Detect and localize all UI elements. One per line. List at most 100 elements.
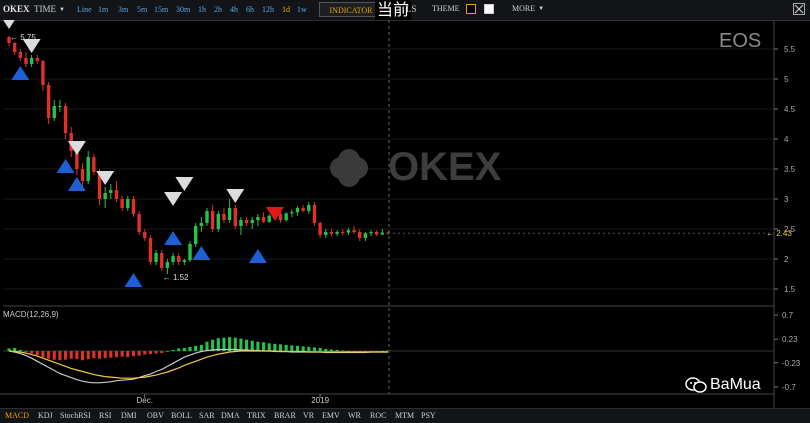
time-dropdown[interactable]: TIME ▼ [34,4,65,14]
macd-histogram-bar [182,347,186,351]
interval-2h[interactable]: 2h [214,5,222,14]
watermark-text: BaMua [710,376,761,393]
tab-stochrsi[interactable]: StochRSI [60,411,91,420]
tab-obv[interactable]: OBV [147,411,164,420]
candle-body [205,211,209,223]
candle-body [177,256,181,262]
ls-button[interactable]: LS [406,4,417,14]
candle-body [346,230,351,233]
macd-histogram-bar [47,351,51,359]
tab-psy[interactable]: PSY [421,411,436,420]
last-price-label: ← 2.43 [766,229,792,238]
tab-macd[interactable]: MACD [5,411,29,420]
top-toolbar: OKEX TIME ▼ Line 1m 3m 5m 15m 30m 1h 2h 4h 6h 12h 1d… [0,0,810,21]
y-tick-label: 5 [784,75,789,84]
chevron-down-icon: ▼ [538,6,545,12]
candle-body [369,232,373,234]
candle-body [335,232,339,234]
tab-sar[interactable]: SAR [199,411,215,420]
indicator-button[interactable]: INDICATOR [319,2,383,17]
interval-1w[interactable]: 1w [297,5,307,14]
macd-histogram-bar [307,346,311,351]
tab-boll[interactable]: BOLL [171,411,192,420]
candle-body [148,238,153,262]
candle-body [329,232,334,234]
macd-histogram-bar [80,351,85,361]
y-tick-label: 2 [784,255,789,264]
interval-4h[interactable]: 4h [230,5,238,14]
candle-body [18,52,23,58]
tab-dma[interactable]: DMA [221,411,240,420]
interval-1d[interactable]: 1d [282,5,290,14]
macd-histogram-bar [160,351,164,354]
macd-histogram-bar [324,348,328,351]
candle-body [109,190,113,193]
candle-body [188,244,192,261]
candle-body [312,205,317,223]
interval-line[interactable]: Line [77,5,92,14]
buy-signal-marker [124,273,143,287]
macd-histogram-bar [256,341,260,351]
candle-body [41,61,45,85]
macd-histogram-bar [177,348,181,351]
theme-light-swatch[interactable] [484,4,494,14]
interval-3m[interactable]: 3m [118,5,128,14]
macd-histogram-bar [126,351,130,358]
y-tick-label: 4 [784,135,789,144]
candle-body [210,211,215,229]
macd-histogram-bar [41,351,45,358]
x-tick-label: Dec. [137,396,153,405]
macd-histogram-bar [137,351,141,356]
candle-body [126,199,130,208]
tab-wr[interactable]: WR [348,411,361,420]
watermark: BaMua [685,376,805,396]
candle-body [92,157,96,172]
interval-15m[interactable]: 15m [154,5,168,14]
macd-histogram-bar [199,344,203,351]
candle-body [352,230,356,232]
candle-body [143,232,147,238]
macd-histogram-bar [120,351,124,357]
y-tick-label: 1.5 [784,285,796,294]
buy-signal-marker [192,246,211,260]
fullscreen-button[interactable] [793,3,805,15]
candle-body [307,205,311,211]
tab-vr[interactable]: VR [303,411,314,420]
theme-dark-swatch[interactable] [466,4,476,14]
tab-kdj[interactable]: KDJ [38,411,53,420]
candle-body [261,217,266,222]
interval-12h[interactable]: 12h [262,5,274,14]
macd-histogram-bar [97,351,102,359]
candle-body [278,214,283,220]
more-dropdown[interactable]: MORE ▼ [512,4,544,13]
macd-histogram-bar [261,342,266,351]
interval-6h[interactable]: 6h [246,5,254,14]
interval-30m[interactable]: 30m [176,5,190,14]
price-chart[interactable]: 5.554.543.532.521.5OKEXEOS← 5.75← 1.52← … [0,20,810,408]
macd-histogram-bar [267,343,271,351]
candle-body [318,223,322,235]
interval-1h[interactable]: 1h [198,5,206,14]
macd-histogram-bar [109,351,113,358]
tab-mtm[interactable]: MTM [395,411,414,420]
macd-histogram-bar [35,351,39,356]
macd-histogram-bar [18,349,22,351]
tab-emv[interactable]: EMV [322,411,340,420]
macd-histogram-bar [64,351,68,360]
tab-brar[interactable]: BRAR [274,411,296,420]
macd-tick-label: 0.7 [782,311,794,320]
tab-trix[interactable]: TRIX [247,411,266,420]
macd-histogram-bar [58,351,62,361]
chevron-down-icon: ▼ [59,7,65,13]
interval-5m[interactable]: 5m [137,5,147,14]
sell-signal-marker [22,39,41,53]
tab-dmi[interactable]: DMI [121,411,137,420]
macd-histogram-bar [52,351,56,360]
candle-body [290,212,294,214]
interval-1m[interactable]: 1m [98,5,108,14]
macd-histogram-bar [284,344,288,351]
candle-body [29,58,34,64]
tab-rsi[interactable]: RSI [99,411,111,420]
buy-signal-marker [56,159,75,173]
tab-roc[interactable]: ROC [370,411,386,420]
